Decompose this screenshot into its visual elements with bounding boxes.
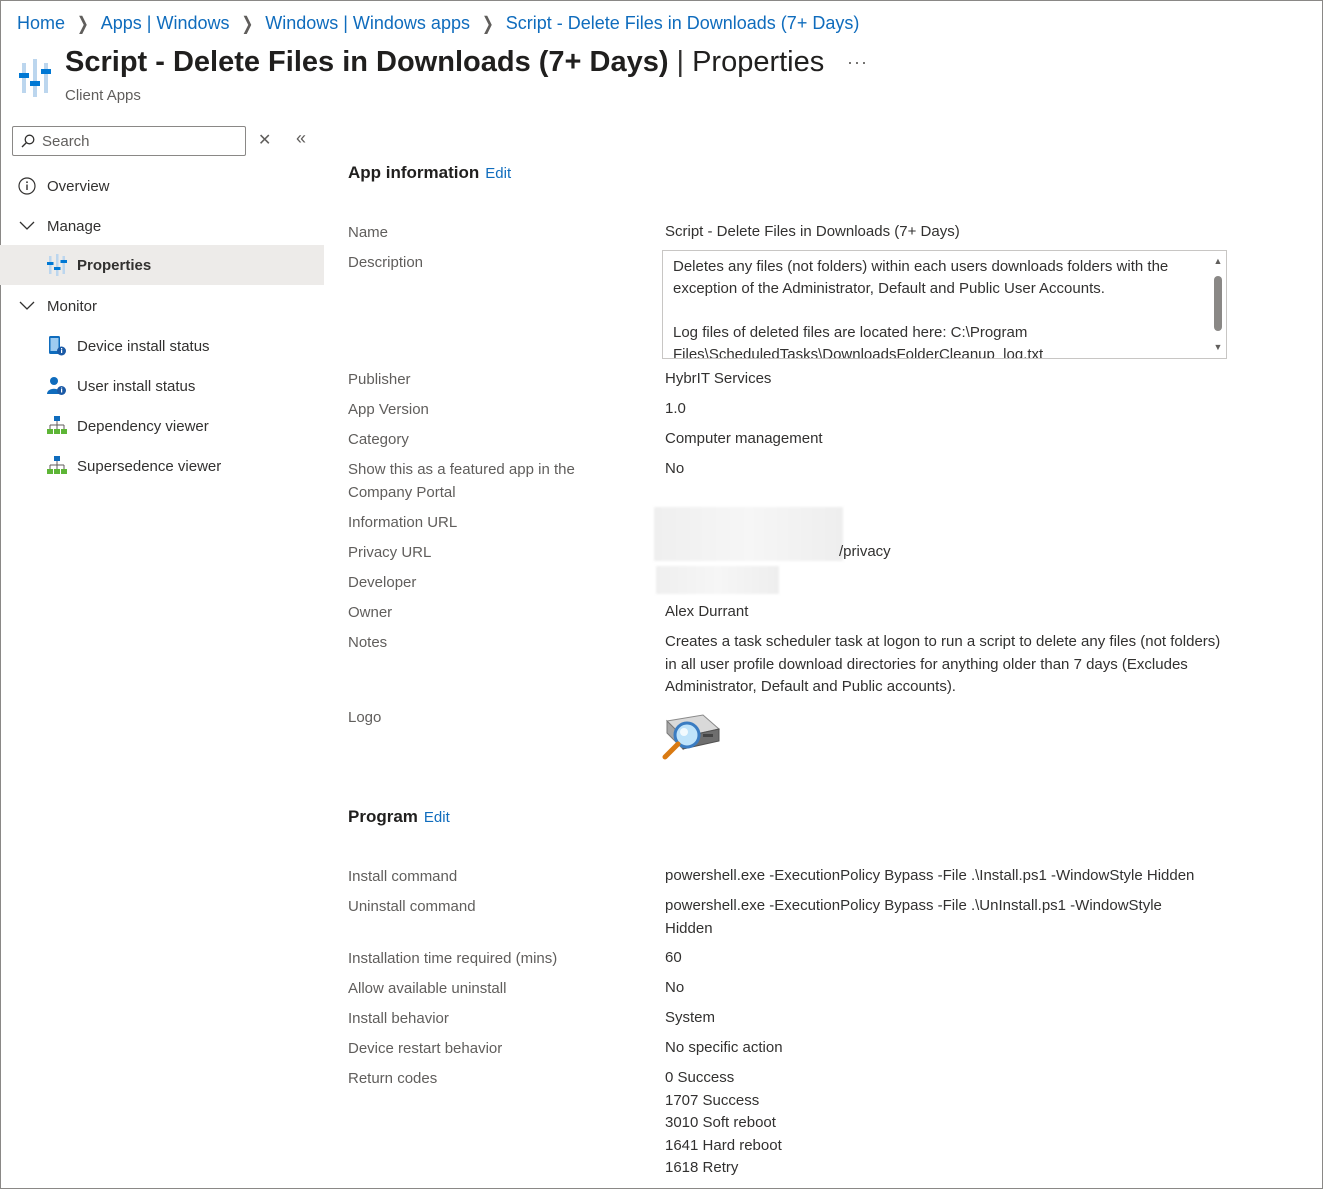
field-label-publisher: Publisher <box>348 371 411 388</box>
field-value-notes: Creates a task scheduler task at logon t… <box>665 633 1221 695</box>
field-value-return-codes: 0 Success 1707 Success 3010 Soft reboot … <box>665 1067 1235 1180</box>
field-label-app-version: App Version <box>348 401 429 418</box>
field-label-logo: Logo <box>348 709 382 726</box>
chevron-right-icon: ❯ <box>481 12 494 34</box>
more-options-button[interactable]: ··· <box>847 52 868 73</box>
drive-search-icon <box>662 714 721 760</box>
field-label-allow-uninstall: Allow available uninstall <box>348 980 507 997</box>
field-value-app-version: 1.0 <box>665 400 686 417</box>
scroll-up-icon[interactable]: ▲ <box>1213 257 1223 266</box>
sidebar-group-monitor[interactable]: Monitor <box>0 286 324 326</box>
field-value-restart-behavior: No specific action <box>665 1039 783 1056</box>
double-chevron-left-icon[interactable]: « <box>296 128 306 149</box>
breadcrumb-current-app[interactable]: Script - Delete Files in Downloads (7+ D… <box>506 13 860 34</box>
description-textarea[interactable]: Deletes any files (not folders) within e… <box>662 250 1227 359</box>
page-title-section: Properties <box>692 46 825 78</box>
field-label-install-command: Install command <box>348 868 458 885</box>
device-status-icon <box>47 336 67 356</box>
field-value-installation-time: 60 <box>665 949 682 966</box>
breadcrumb: Home ❯ Apps | Windows ❯ Windows | Window… <box>17 12 860 34</box>
field-label-notes: Notes <box>348 634 388 651</box>
page-subtitle: Client Apps <box>65 87 141 104</box>
hierarchy-icon <box>47 416 67 436</box>
field-label-information-url: Information URL <box>348 514 458 531</box>
field-value-install-command: powershell.exe -ExecutionPolicy Bypass -… <box>665 867 1195 884</box>
close-icon[interactable]: ✕ <box>258 130 271 150</box>
field-label-installation-time: Installation time required (mins) <box>348 950 558 967</box>
field-label-category: Category <box>348 431 409 448</box>
sidebar-item-label: Overview <box>47 177 110 195</box>
info-icon <box>18 177 36 195</box>
field-value-featured: No <box>665 460 685 477</box>
return-code: 1641 Hard reboot <box>665 1136 782 1154</box>
search-placeholder: Search <box>42 132 90 150</box>
return-code: 0 Success <box>665 1069 735 1086</box>
field-label-restart-behavior: Device restart behavior <box>348 1040 503 1057</box>
sidebar-item-label: Manage <box>47 217 102 235</box>
field-label-developer: Developer <box>348 574 417 591</box>
field-label-return-codes: Return codes <box>348 1070 438 1087</box>
hierarchy-icon <box>47 456 67 476</box>
scroll-down-icon[interactable]: ▼ <box>1213 343 1223 352</box>
sidebar-item-overview[interactable]: Overview <box>0 166 324 206</box>
properties-icon <box>47 254 67 276</box>
chevron-down-icon <box>19 301 35 311</box>
breadcrumb-home[interactable]: Home <box>17 13 65 34</box>
field-label-owner: Owner <box>348 604 393 621</box>
return-code: 1618 Retry <box>665 1159 739 1176</box>
section-title-text: App information <box>348 163 480 182</box>
return-code: 1707 Success <box>665 1091 760 1109</box>
description-text: Deletes any files (not folders) within e… <box>673 258 1169 359</box>
sidebar-item-label: User install status <box>77 377 196 395</box>
section-title-text: Program <box>348 807 418 826</box>
field-value-allow-uninstall: No <box>665 979 685 996</box>
app-information-edit-link[interactable]: Edit <box>485 165 511 182</box>
app-information-heading: App information Edit <box>348 163 511 183</box>
chevron-down-icon <box>19 221 35 231</box>
sidebar-item-user-install-status[interactable]: User install status <box>0 366 324 406</box>
scrollbar-thumb[interactable] <box>1214 276 1222 331</box>
sidebar-item-properties[interactable]: Properties <box>0 245 324 285</box>
redacted-information-url <box>654 507 843 561</box>
sidebar-item-label: Device install status <box>77 337 210 355</box>
sidebar-item-label: Monitor <box>47 297 98 315</box>
page-title-separator: | <box>676 46 685 78</box>
field-value-uninstall-command: powershell.exe -ExecutionPolicy Bypass -… <box>665 897 1162 937</box>
field-value-owner: Alex Durrant <box>665 603 749 620</box>
program-edit-link[interactable]: Edit <box>424 809 450 826</box>
field-value-privacy-url[interactable]: /privacy <box>839 541 939 564</box>
field-label-privacy-url: Privacy URL <box>348 544 432 561</box>
program-heading: Program Edit <box>348 807 450 827</box>
breadcrumb-windows-apps[interactable]: Windows | Windows apps <box>265 13 470 34</box>
field-value-publisher: HybrIT Services <box>665 370 772 387</box>
field-value-category: Computer management <box>665 430 823 447</box>
field-label-install-behavior: Install behavior <box>348 1010 449 1027</box>
properties-icon <box>19 59 51 97</box>
page-title-app: Script - Delete Files in Downloads (7+ D… <box>65 46 669 78</box>
chevron-right-icon: ❯ <box>241 12 254 34</box>
field-label-uninstall-command: Uninstall command <box>348 898 476 915</box>
sidebar-item-label: Dependency viewer <box>77 417 209 435</box>
field-label-description: Description <box>348 254 424 271</box>
sidebar-item-supersedence-viewer[interactable]: Supersedence viewer <box>0 446 324 486</box>
sidebar-item-label: Supersedence viewer <box>77 457 222 475</box>
field-label-name: Name <box>348 224 389 241</box>
sidebar-group-manage[interactable]: Manage <box>0 206 324 246</box>
field-label-featured: Show this as a featured app in the Compa… <box>348 461 575 501</box>
return-code: 3010 Soft reboot <box>665 1114 776 1131</box>
field-value-install-behavior: System <box>665 1009 716 1026</box>
search-icon <box>21 134 35 148</box>
chevron-right-icon: ❯ <box>77 12 89 34</box>
sidebar-item-dependency-viewer[interactable]: Dependency viewer <box>0 406 324 446</box>
field-value-name: Script - Delete Files in Downloads (7+ D… <box>665 223 960 240</box>
redacted-developer <box>656 566 779 594</box>
sidebar-item-device-install-status[interactable]: Device install status <box>0 326 324 366</box>
page-title: Script - Delete Files in Downloads (7+ D… <box>65 46 824 79</box>
search-input[interactable]: Search <box>12 126 246 156</box>
breadcrumb-apps-windows[interactable]: Apps | Windows <box>101 13 230 34</box>
user-status-icon <box>47 376 67 396</box>
sidebar-item-label: Properties <box>77 256 152 274</box>
